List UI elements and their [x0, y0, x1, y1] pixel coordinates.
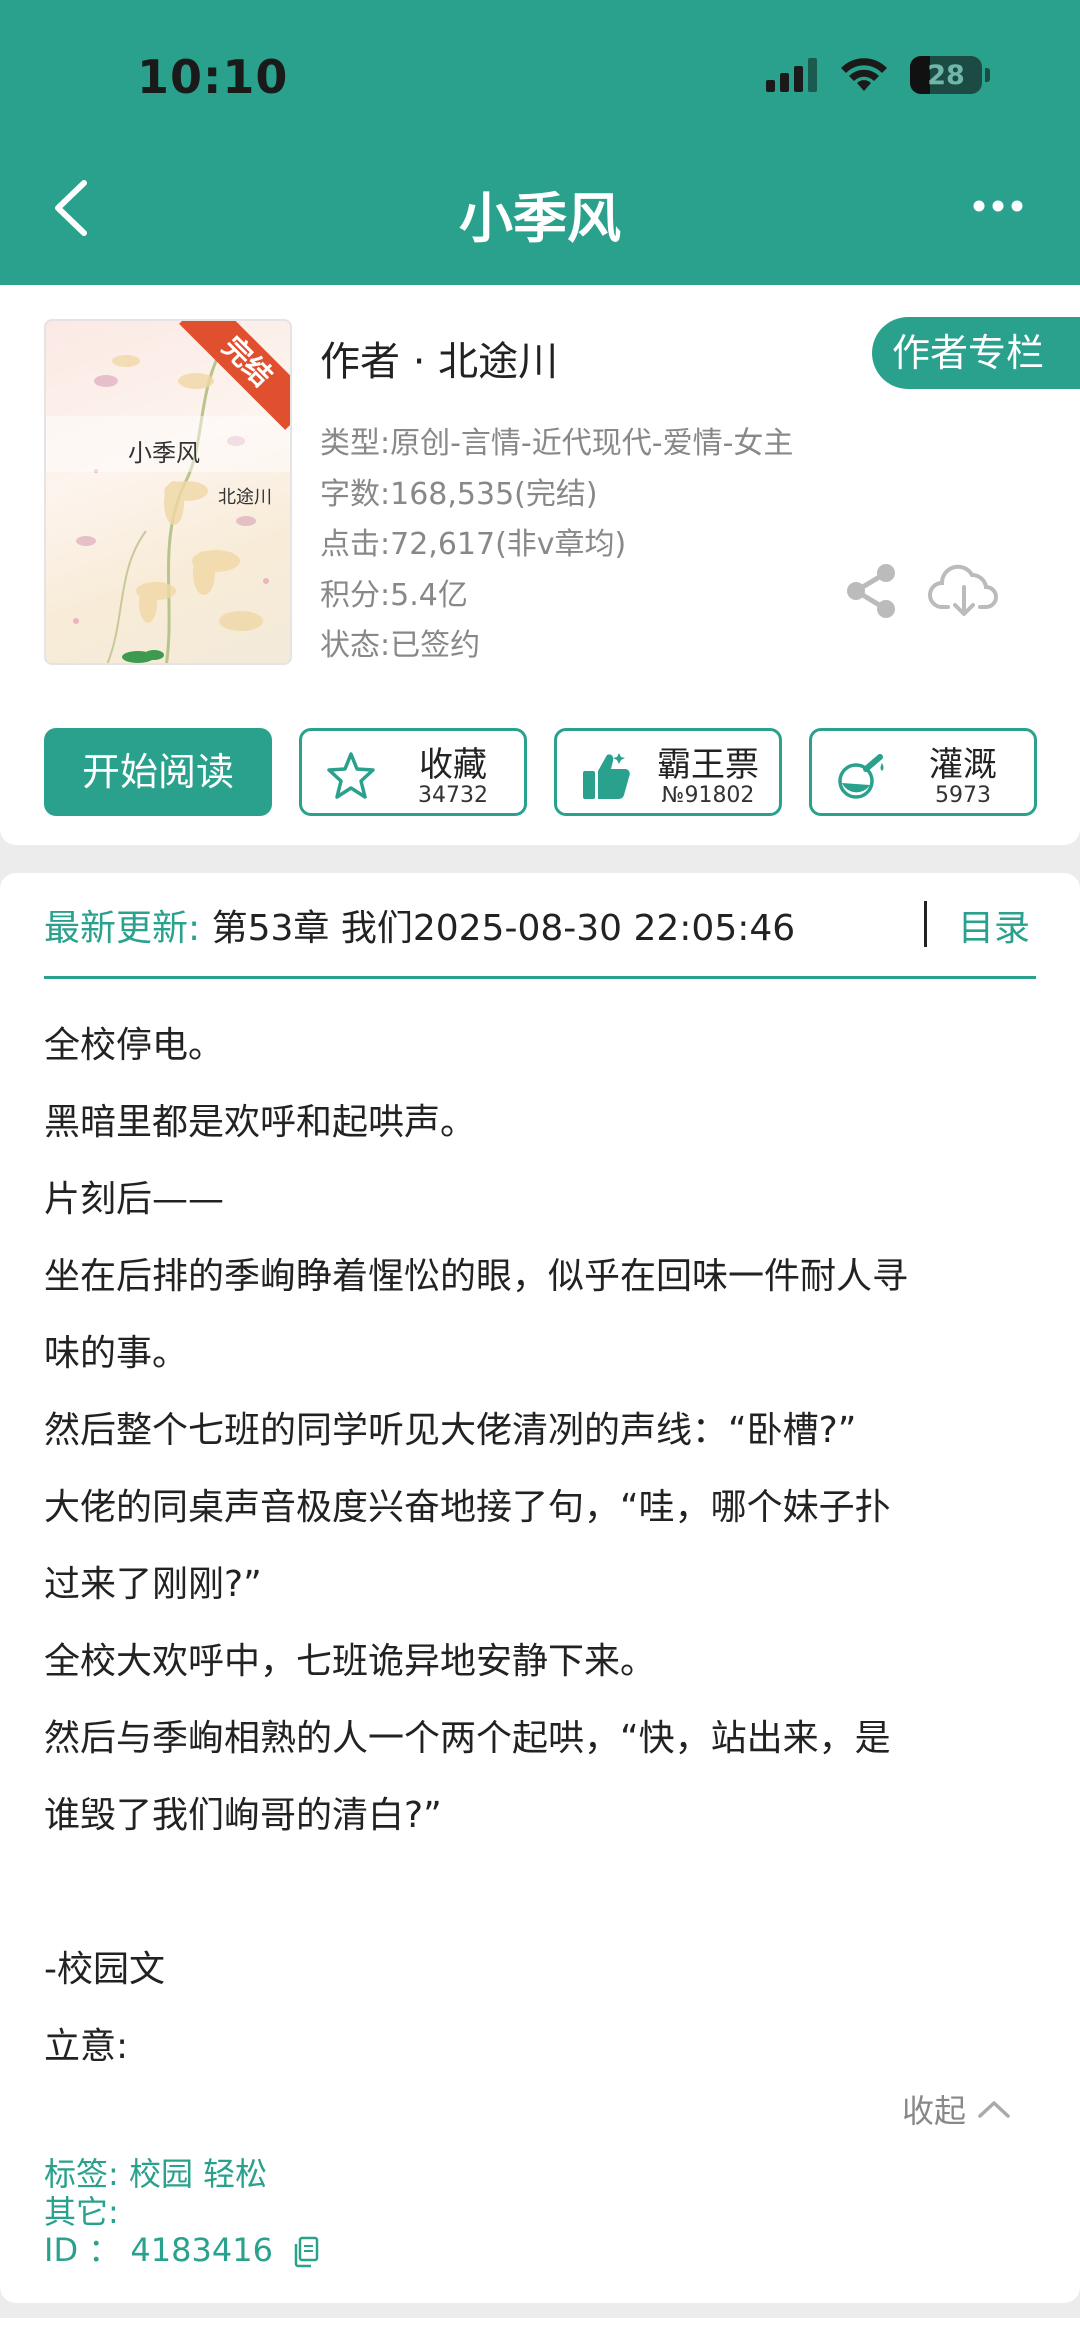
- status-time: 10:10: [137, 50, 289, 104]
- description-line: 味的事。: [44, 1333, 189, 1374]
- nutrient-flask-icon: [838, 754, 884, 799]
- description-line: 过来了刚刚?”: [44, 1564, 262, 1605]
- book-cover[interactable]: 小季风 北途川 完结: [44, 319, 292, 665]
- description-line: 坐在后排的季峋睁着惺忪的眼，似乎在回味一件耐人寻: [44, 1256, 909, 1297]
- vote-button[interactable]: 霸王票 №91802: [554, 728, 782, 816]
- water-button[interactable]: 灌溉 5973: [809, 728, 1037, 816]
- favorite-count: 34732: [418, 783, 488, 808]
- battery-level: 28: [927, 59, 965, 91]
- copy-icon[interactable]: [293, 2236, 319, 2268]
- description-line: 黑暗里都是欢呼和起哄声。: [44, 1102, 477, 1143]
- water-label: 灌溉: [929, 745, 997, 785]
- favorite-button[interactable]: 收藏 34732: [299, 728, 527, 816]
- cover-title: 小季风: [128, 439, 200, 467]
- description-line: 然后与季峋相熟的人一个两个起哄，“快，站出来，是: [44, 1718, 891, 1759]
- author-name[interactable]: 作者 · 北途川: [320, 329, 558, 387]
- description-line: 然后整个七班的同学听见大佬清冽的声线：“卧槽?”: [44, 1410, 857, 1451]
- latest-update-underline: [44, 976, 1036, 979]
- battery-icon: 28: [910, 56, 982, 94]
- description-line: 谁毁了我们峋哥的清白?”: [44, 1795, 442, 1836]
- collapse-button[interactable]: 收起: [902, 2086, 1012, 2132]
- vote-label: 霸王票: [657, 745, 759, 785]
- description-line: 全校停电。: [44, 1025, 225, 1066]
- start-reading-button[interactable]: 开始阅读: [44, 728, 272, 816]
- share-icon[interactable]: [846, 563, 898, 619]
- book-genre: 类型:原创-言情-近代现代-爱情-女主: [320, 426, 794, 461]
- book-clicks: 点击:72,617(非v章均): [320, 527, 627, 562]
- cover-author: 北途川: [218, 487, 272, 508]
- next-card-edge: [0, 2318, 1080, 2341]
- more-horizontal-icon[interactable]: [972, 192, 1024, 220]
- id-row: ID ： 4183416: [44, 2231, 319, 2269]
- tags-line[interactable]: 标签: 校园 轻松: [44, 2155, 319, 2193]
- status-icons: 28: [766, 56, 990, 94]
- latest-update-text: 第53章 我们2025-08-30 22:05:46: [200, 908, 796, 949]
- book-description: 全校停电。 黑暗里都是欢呼和起哄声。 片刻后—— 坐在后排的季峋睁着惺忪的眼，似…: [44, 1007, 1044, 2085]
- tags-section: 标签: 校园 轻松 其它: ID ： 4183416: [44, 2155, 319, 2269]
- thumbs-up-icon: [583, 753, 630, 799]
- wifi-icon: [841, 58, 887, 91]
- book-info-card: 小季风 北途川 完结 作者 · 北途川 作者专栏 类型:原创-言情-近代现代-爱…: [0, 285, 1080, 845]
- description-line: [44, 1854, 1044, 1931]
- chevron-up-icon: [978, 2101, 1010, 2118]
- description-line: 片刻后——: [44, 1179, 225, 1220]
- favorite-label: 收藏: [419, 745, 487, 785]
- page-title: 小季风: [459, 187, 621, 250]
- divider: [924, 901, 927, 947]
- latest-update-label: 最新更新:: [44, 908, 201, 949]
- description-line: 大佬的同桌声音极度兴奋地接了句，“哇，哪个妹子扑: [44, 1487, 891, 1528]
- description-line: 全校大欢呼中，七班诡异地安静下来。: [44, 1641, 657, 1682]
- other-line: 其它:: [44, 2193, 119, 2231]
- book-word-count: 字数:168,535(完结): [320, 477, 598, 512]
- battery-tip: [985, 68, 990, 82]
- action-bar: 开始阅读 收藏 34732 霸王票 №91802 灌溉 5973: [44, 728, 1037, 818]
- book-points: 积分:5.4亿: [320, 578, 468, 613]
- cloud-download-icon[interactable]: [928, 563, 1000, 619]
- description-line: 立意:: [44, 2026, 129, 2067]
- description-card: 最新更新: 第53章 我们2025-08-30 22:05:46 目录 全校停电…: [0, 873, 1080, 2303]
- latest-update[interactable]: 最新更新: 第53章 我们2025-08-30 22:05:46: [44, 899, 795, 951]
- star-icon: [327, 752, 375, 799]
- vote-count: №91802: [661, 783, 755, 808]
- book-id: ID ： 4183416: [44, 2231, 273, 2269]
- cellular-signal-icon: [766, 58, 817, 92]
- author-column-button[interactable]: 作者专栏: [872, 317, 1080, 389]
- app-header: 10:10 28 小季风: [0, 0, 1080, 285]
- book-status: 状态:已签约: [320, 628, 481, 663]
- collapse-label: 收起: [902, 2092, 967, 2130]
- description-line: -校园文: [44, 1949, 165, 1990]
- water-count: 5973: [935, 783, 991, 808]
- table-of-contents-link[interactable]: 目录: [958, 899, 1030, 951]
